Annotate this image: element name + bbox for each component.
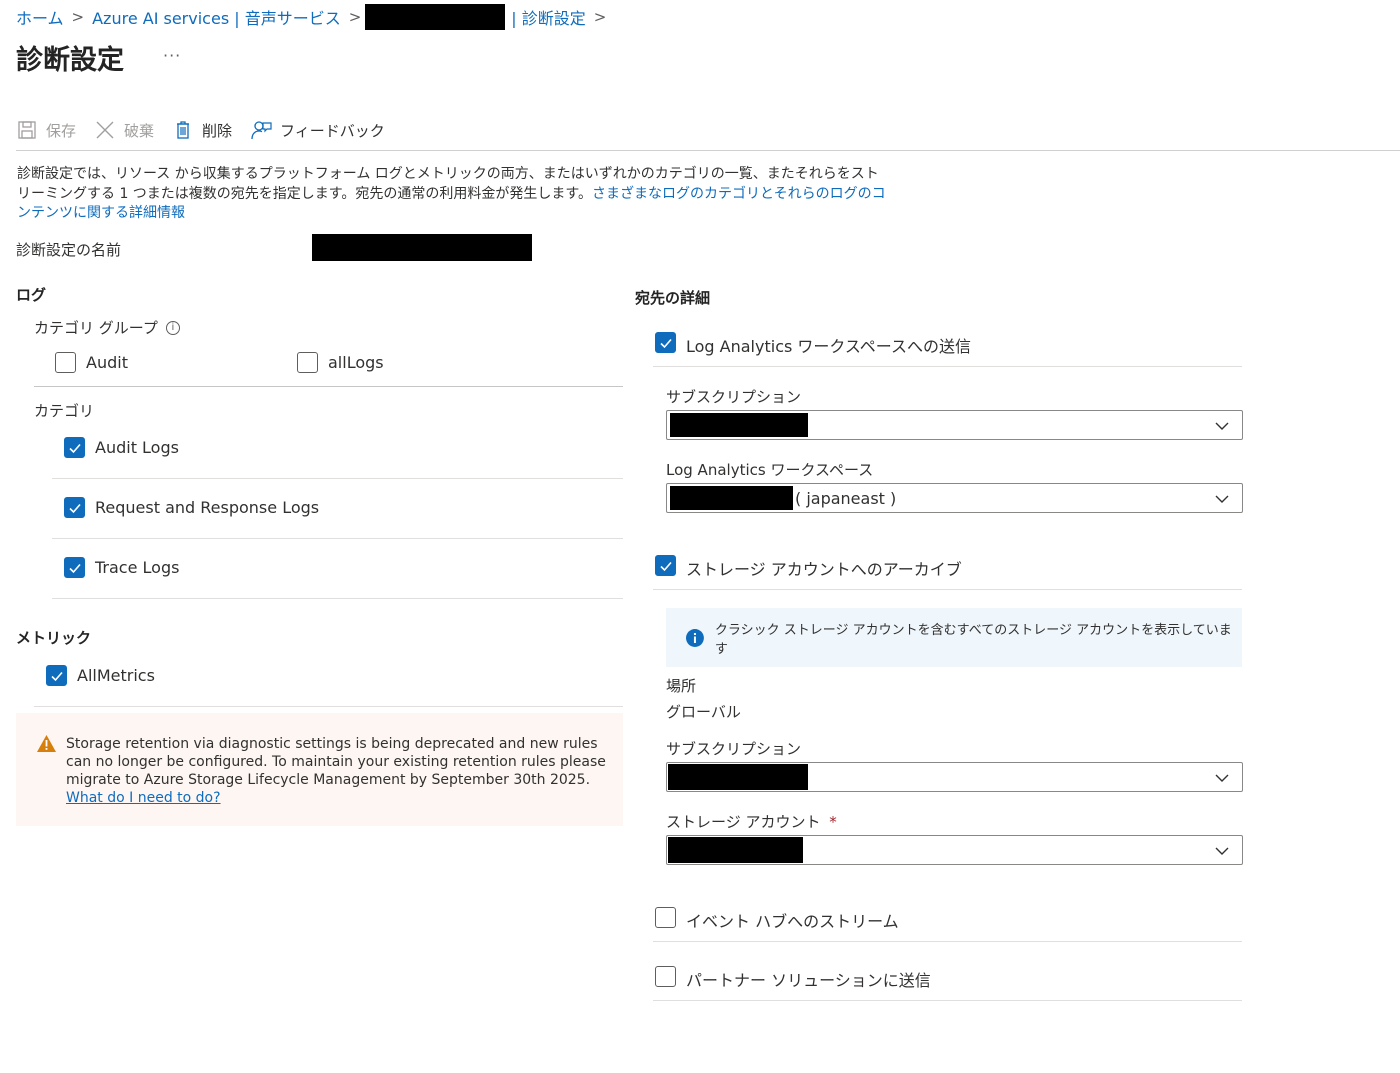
storage-archive-label: ストレージ アカウントへのアーカイブ	[686, 560, 962, 579]
toolbar-divider	[16, 150, 1400, 151]
redacted-workspace	[670, 486, 793, 510]
warning-icon	[37, 735, 56, 752]
description: 診断設定では、リソース から収集するプラットフォーム ログとメトリックの両方、ま…	[17, 165, 887, 224]
checkbox-alllogs-group[interactable]	[297, 352, 318, 373]
checkbox-audit-group[interactable]	[55, 352, 76, 373]
alllogs-group-label: allLogs	[328, 353, 384, 372]
breadcrumb-home-link[interactable]: ホーム	[16, 5, 64, 29]
save-button[interactable]: 保存	[16, 119, 76, 141]
metrics-divider	[34, 706, 623, 707]
destination-divider	[653, 941, 1242, 942]
la-workspace-dropdown[interactable]: ( japaneast )	[666, 483, 1243, 513]
page-title: 診断設定	[16, 45, 124, 76]
location-label: 場所	[666, 677, 697, 695]
more-options-button[interactable]: ···	[163, 46, 181, 65]
checkmark-icon	[659, 561, 672, 571]
checkmark-icon	[68, 503, 81, 513]
destination-divider	[653, 1000, 1242, 1001]
checkbox-trace-logs[interactable]	[64, 557, 85, 578]
feedback-button[interactable]: フィードバック	[250, 119, 385, 141]
warning-text: Storage retention via diagnostic setting…	[66, 736, 606, 788]
checkbox-request-response-logs[interactable]	[64, 497, 85, 518]
location-value: グローバル	[666, 703, 741, 721]
feedback-person-icon	[250, 119, 272, 141]
event-hub-label: イベント ハブへのストリーム	[686, 912, 899, 931]
storage-account-label: ストレージ アカウント *	[666, 811, 837, 832]
la-subscription-label: サブスクリプション	[666, 388, 802, 406]
breadcrumb-service-link[interactable]: Azure AI services | 音声サービス	[92, 5, 341, 29]
la-subscription-dropdown[interactable]	[666, 410, 1243, 440]
chevron-down-icon	[1215, 774, 1229, 782]
required-marker: *	[829, 813, 837, 831]
trace-logs-label: Trace Logs	[95, 558, 180, 577]
chevron-right-icon: >	[348, 8, 362, 26]
storage-subscription-dropdown[interactable]	[666, 762, 1243, 792]
partner-solution-label: パートナー ソリューションに送信	[686, 971, 931, 990]
info-icon[interactable]: i	[165, 320, 180, 335]
la-workspace-label: Log Analytics ワークスペース	[666, 461, 874, 479]
checkbox-event-hub[interactable]	[655, 907, 676, 928]
checkmark-icon	[50, 671, 63, 681]
chevron-down-icon	[1215, 847, 1229, 855]
audit-group-label: Audit	[86, 353, 128, 372]
storage-info-banner: クラシック ストレージ アカウントを含むすべてのストレージ アカウントを表示して…	[666, 608, 1242, 667]
what-to-do-link[interactable]: What do I need to do?	[66, 790, 221, 806]
destination-heading: 宛先の詳細	[635, 289, 711, 307]
log-analytics-label: Log Analytics ワークスペースへの送信	[686, 337, 972, 356]
chevron-down-icon	[1215, 422, 1229, 430]
category-group-label: カテゴリ グループ i	[34, 317, 180, 338]
checkbox-log-analytics[interactable]	[655, 332, 676, 353]
checkbox-audit-logs[interactable]	[64, 437, 85, 458]
logs-heading: ログ	[16, 286, 47, 304]
storage-account-text: ストレージ アカウント	[666, 813, 821, 831]
breadcrumb-current-link[interactable]: | 診断設定	[511, 5, 585, 29]
group-divider	[34, 386, 623, 387]
breadcrumb: ホーム > Azure AI services | 音声サービス > | 診断設…	[16, 4, 614, 30]
storage-info-text: クラシック ストレージ アカウントを含むすべてのストレージ アカウントを表示して…	[714, 622, 1232, 657]
save-label: 保存	[46, 121, 77, 140]
category-divider	[52, 478, 623, 479]
checkmark-icon	[68, 443, 81, 453]
audit-logs-label: Audit Logs	[95, 438, 179, 457]
redacted-storage-account	[668, 837, 803, 863]
discard-label: 破棄	[124, 121, 155, 140]
metrics-heading: メトリック	[16, 629, 92, 647]
setting-name-label: 診断設定の名前	[16, 241, 122, 259]
category-divider	[52, 538, 623, 539]
category-label: カテゴリ	[34, 402, 95, 420]
warning-message: Storage retention via diagnostic setting…	[66, 735, 611, 807]
delete-button[interactable]: 削除	[172, 119, 232, 141]
feedback-label: フィードバック	[280, 121, 385, 140]
delete-label: 削除	[202, 121, 233, 140]
discard-button[interactable]: 破棄	[94, 119, 154, 141]
info-filled-icon	[685, 628, 704, 647]
checkmark-icon	[659, 338, 672, 348]
destination-divider	[653, 366, 1242, 367]
workspace-region: ( japaneast )	[795, 488, 897, 508]
request-response-logs-label: Request and Response Logs	[95, 498, 320, 517]
checkbox-allmetrics[interactable]	[46, 665, 67, 686]
checkbox-partner-solution[interactable]	[655, 966, 676, 987]
close-icon	[94, 119, 116, 141]
storage-subscription-label: サブスクリプション	[666, 740, 802, 758]
command-bar: 保存 破棄 削除 フィードバック	[16, 114, 403, 146]
redacted-subscription	[670, 413, 808, 437]
chevron-right-icon: >	[71, 8, 85, 26]
chevron-right-icon: >	[593, 8, 607, 26]
allmetrics-label: AllMetrics	[77, 666, 155, 685]
retention-warning-banner: Storage retention via diagnostic setting…	[16, 713, 623, 826]
trash-icon	[172, 119, 194, 141]
category-divider	[52, 598, 623, 599]
checkmark-icon	[68, 563, 81, 573]
chevron-down-icon	[1215, 495, 1229, 503]
category-group-text: カテゴリ グループ	[34, 319, 158, 337]
storage-account-dropdown[interactable]	[666, 835, 1243, 865]
redacted-subscription	[668, 764, 808, 790]
checkbox-storage-archive[interactable]	[655, 555, 676, 576]
redacted-resource-name[interactable]	[365, 4, 506, 30]
save-icon	[16, 119, 38, 141]
destination-divider	[653, 589, 1242, 590]
setting-name-input[interactable]	[312, 234, 532, 261]
